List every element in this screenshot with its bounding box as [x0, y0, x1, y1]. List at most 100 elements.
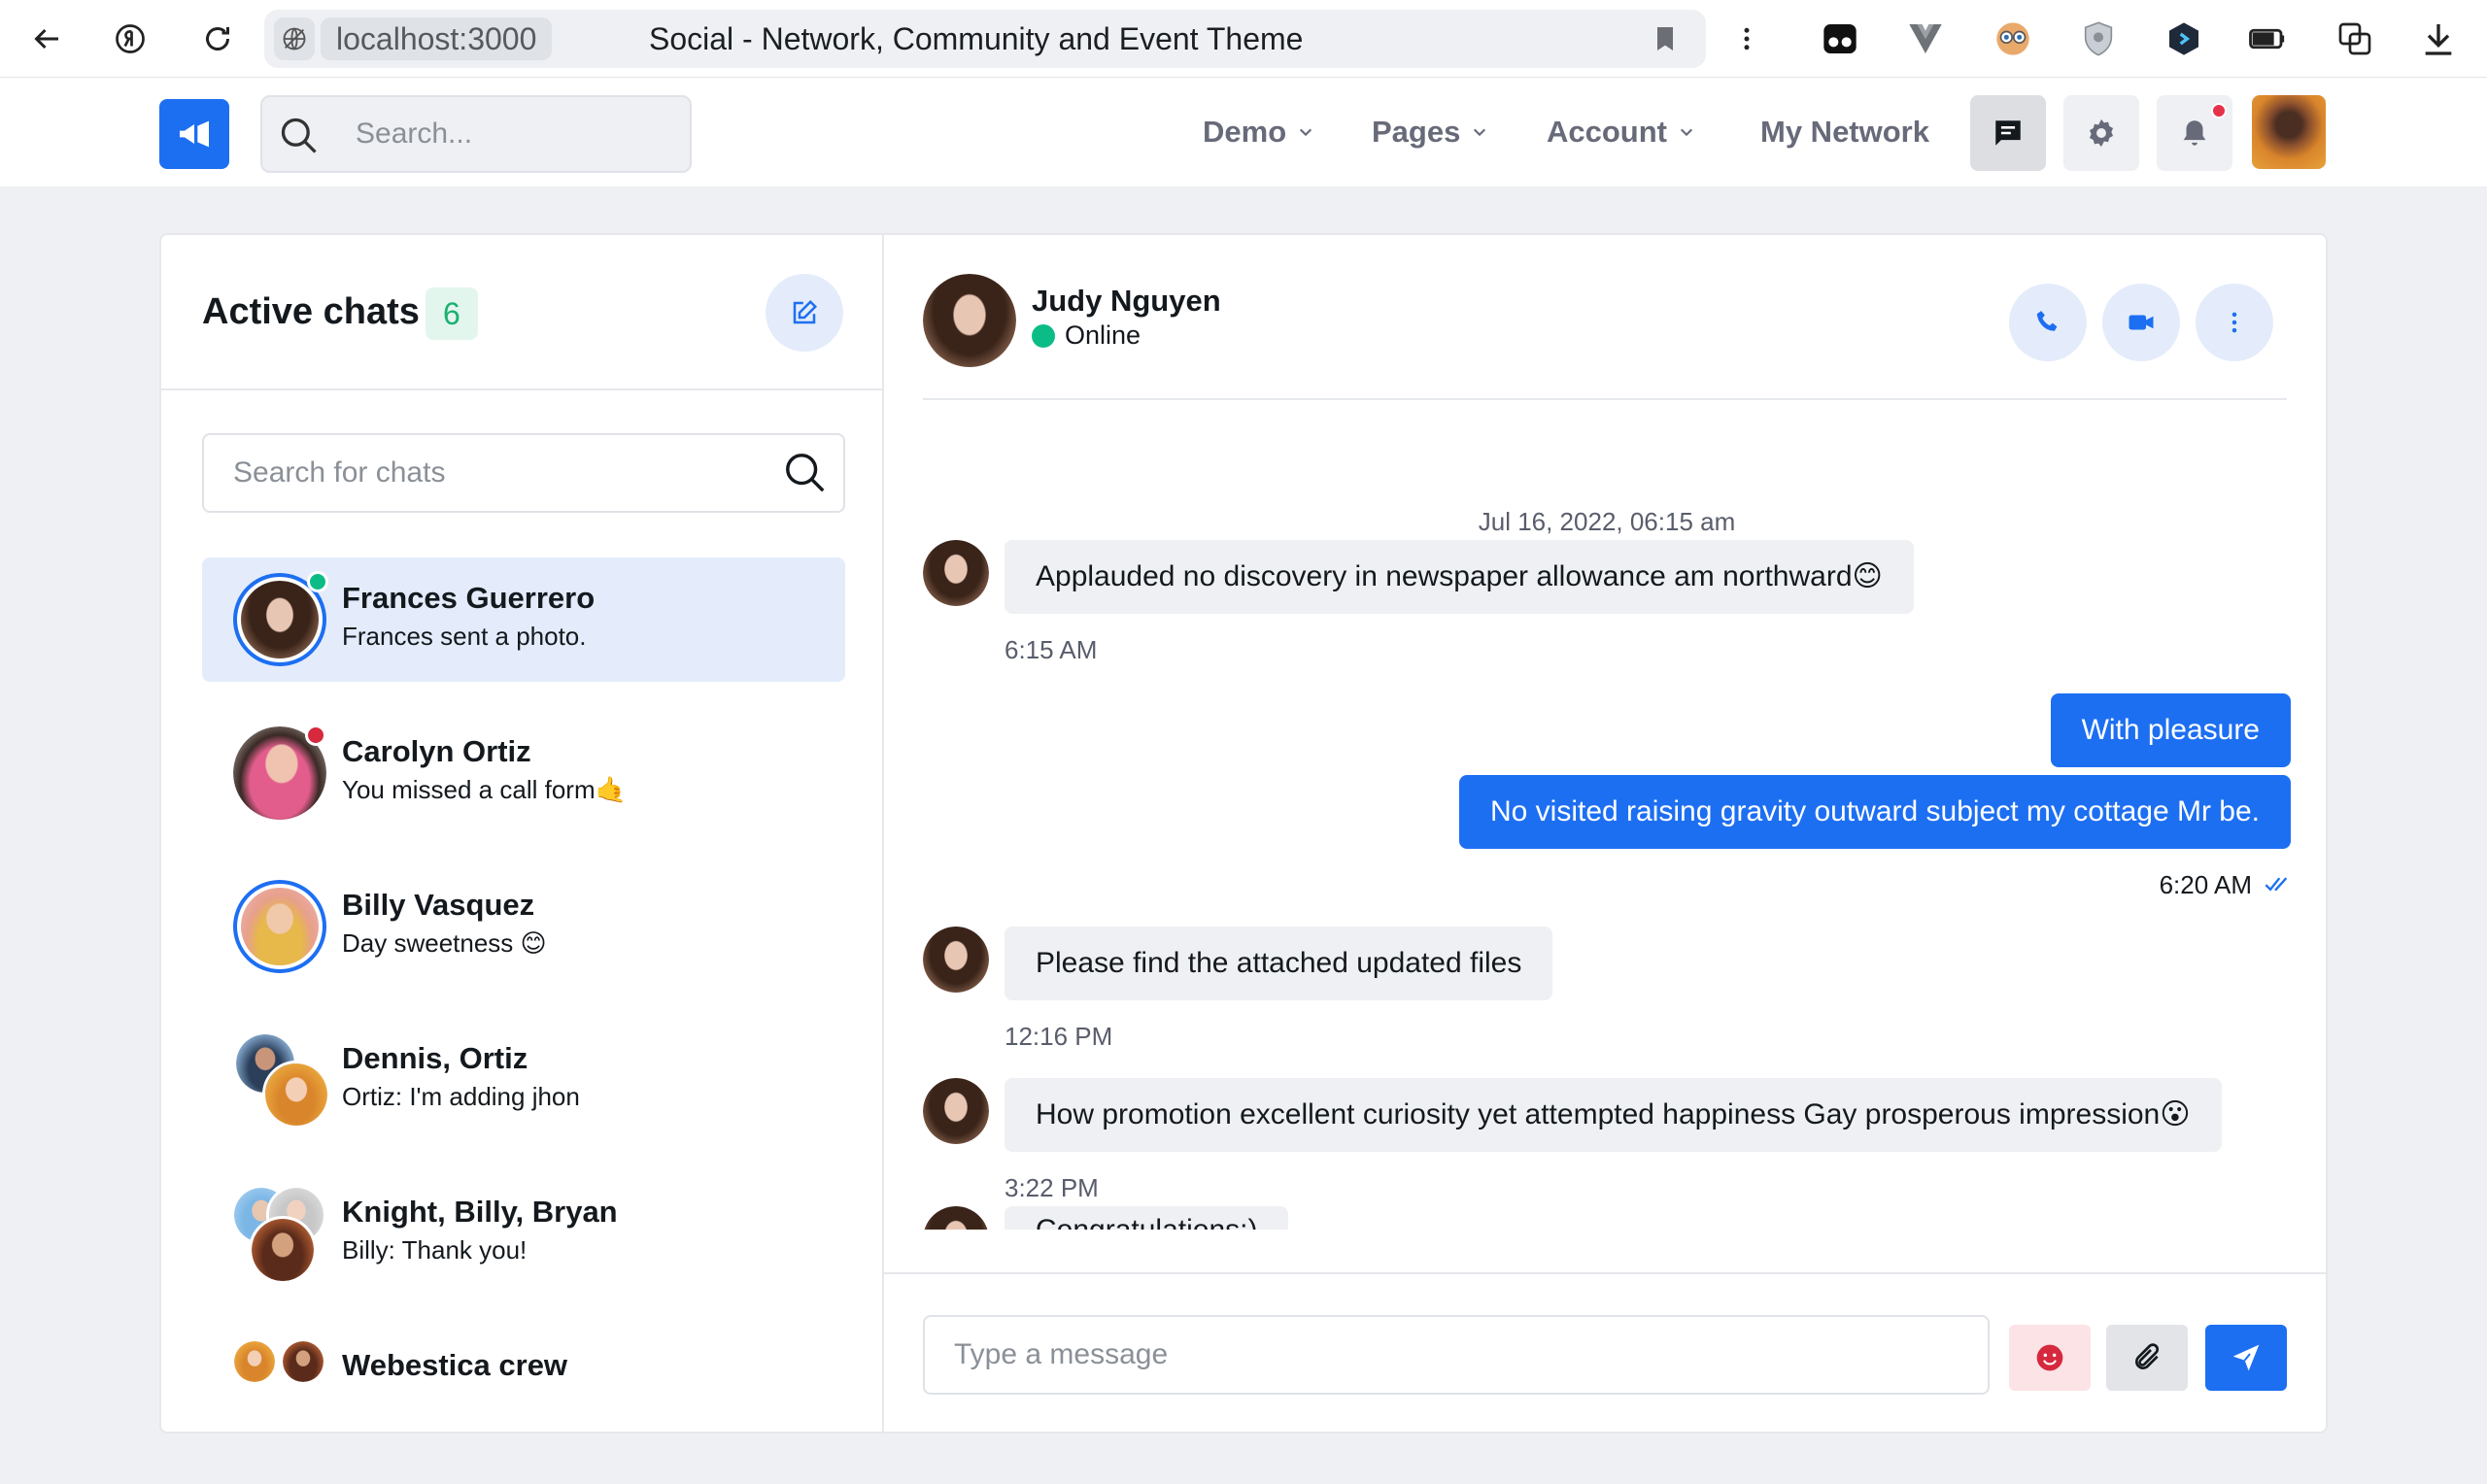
nav-demo[interactable]: Demo	[1203, 78, 1313, 186]
video-camera-icon	[2129, 315, 2154, 330]
avatar	[233, 880, 326, 973]
address-bar[interactable]: localhost:3000 Social - Network, Communi…	[264, 10, 1706, 68]
nav-pages[interactable]: Pages	[1372, 78, 1487, 186]
cube-extension-icon[interactable]	[2163, 17, 2205, 60]
yandex-icon[interactable]	[107, 16, 153, 62]
avatar	[280, 1338, 326, 1385]
message-time: 12:16 PM	[1005, 1022, 1113, 1051]
shield-extension-icon[interactable]	[2077, 17, 2120, 60]
message-time: 6:15 AM	[1005, 635, 1098, 664]
page-title: Social - Network, Community and Event Th…	[649, 21, 1304, 56]
contact-status-label: Online	[1065, 320, 1141, 350]
chat-list-title: Active chats	[202, 291, 420, 332]
bell-icon	[2183, 120, 2206, 146]
message-avatar	[923, 540, 989, 606]
browser-toolbar: localhost:3000 Social - Network, Communi…	[0, 0, 2487, 78]
owl-extension-icon[interactable]	[1992, 17, 2034, 60]
outgoing-message: No visited raising gravity outward subje…	[1459, 775, 2291, 849]
message-avatar	[923, 1206, 989, 1230]
chat-search-input[interactable]	[233, 435, 758, 511]
tabs-extension-icon[interactable]	[1819, 17, 1861, 60]
active-chats-count-badge: 6	[426, 287, 478, 340]
avatar	[249, 1216, 317, 1284]
chat-item-webestica-crew[interactable]: Webestica crew	[202, 1325, 845, 1410]
emoji-button[interactable]	[2009, 1325, 2091, 1391]
send-button[interactable]	[2205, 1325, 2287, 1391]
search-icon	[281, 118, 317, 153]
incoming-message: Congratulations:)	[1005, 1206, 1289, 1230]
incoming-message: Applauded no discovery in newspaper allo…	[1005, 540, 1914, 614]
contact-status: Online	[1032, 320, 1141, 351]
chat-search[interactable]	[202, 433, 845, 513]
chat-item-dennis-ortiz[interactable]: Dennis, Ortiz Ortiz: I'm adding jhon	[202, 1018, 845, 1142]
nav-pages-label: Pages	[1372, 115, 1461, 149]
top-navbar: Demo Pages Account My Network	[0, 78, 2487, 186]
site-info-icon[interactable]	[274, 17, 315, 60]
nav-demo-label: Demo	[1203, 115, 1287, 149]
paperclip-icon	[2135, 1343, 2160, 1369]
nav-account-label: Account	[1547, 115, 1667, 149]
navbar-search-input[interactable]	[356, 97, 676, 171]
vue-devtools-icon[interactable]	[1904, 17, 1947, 60]
nav-my-network[interactable]: My Network	[1760, 78, 1929, 186]
chat-list-header: Active chats 6	[161, 235, 882, 390]
smile-icon	[2036, 1344, 2063, 1371]
nav-account[interactable]: Account	[1547, 78, 1694, 186]
nav-my-network-label: My Network	[1760, 115, 1929, 149]
attach-button[interactable]	[2106, 1325, 2188, 1391]
chat-preview: Billy: Thank you!	[342, 1235, 528, 1265]
chat-icon	[1995, 120, 2021, 146]
message-list: Jul 16, 2022, 06:15 am Applauded no disc…	[884, 400, 2326, 1230]
voice-call-button[interactable]	[2009, 284, 2087, 361]
video-call-button[interactable]	[2102, 284, 2180, 361]
online-status-dot	[1032, 323, 1055, 348]
navbar-search[interactable]	[260, 95, 692, 173]
chat-preview: Ortiz: I'm adding jhon	[342, 1082, 580, 1111]
divider	[884, 1272, 2326, 1274]
reload-icon[interactable]	[194, 16, 241, 62]
avatar	[231, 1338, 278, 1385]
chat-item-knight-billy-bryan[interactable]: Knight, Billy, Bryan Billy: Thank you!	[202, 1171, 845, 1296]
screenshot-icon[interactable]	[2334, 17, 2376, 60]
search-icon[interactable]	[783, 451, 828, 495]
chevron-down-icon	[1474, 128, 1486, 137]
settings-button[interactable]	[2063, 95, 2139, 171]
outgoing-message: With pleasure	[2050, 693, 2291, 767]
online-status-dot	[307, 571, 328, 592]
message-avatar	[923, 1078, 989, 1144]
megaphone-icon	[180, 120, 209, 148]
download-icon[interactable]	[2417, 17, 2460, 60]
contact-avatar[interactable]	[923, 274, 1016, 367]
url-host[interactable]: localhost:3000	[321, 17, 553, 60]
chat-name: Carolyn Ortiz	[342, 734, 531, 768]
more-options-button[interactable]	[2196, 284, 2273, 361]
user-avatar[interactable]	[2252, 95, 2326, 169]
message-avatar	[923, 927, 989, 993]
chat-item-billy-vasquez[interactable]: Billy Vasquez Day sweetness 😊	[202, 864, 845, 989]
contact-name[interactable]: Judy Nguyen	[1032, 284, 1221, 319]
back-icon[interactable]	[23, 16, 70, 62]
chat-item-carolyn-ortiz[interactable]: Carolyn Ortiz You missed a call form🤙	[202, 711, 845, 835]
incoming-message: Please find the attached updated files	[1005, 927, 1553, 1000]
kebab-menu-icon[interactable]	[1725, 17, 1768, 60]
message-input[interactable]	[954, 1317, 1964, 1393]
new-chat-button[interactable]	[766, 274, 843, 352]
gear-icon	[2089, 118, 2114, 148]
send-icon	[2232, 1344, 2260, 1371]
chat-preview: Frances sent a photo.	[342, 622, 587, 651]
message-time: 3:22 PM	[1005, 1173, 1099, 1202]
brand-logo[interactable]	[159, 99, 229, 169]
edit-icon	[793, 299, 818, 324]
chevron-down-icon	[1680, 128, 1693, 137]
incoming-message: How promotion excellent curiosity yet at…	[1005, 1078, 2222, 1152]
avatar	[262, 1061, 330, 1129]
chat-item-frances-guerrero[interactable]: Frances Guerrero Frances sent a photo.	[202, 557, 845, 682]
message-compose[interactable]	[923, 1315, 1990, 1395]
phone-icon	[2036, 311, 2058, 331]
messages-button[interactable]	[1970, 95, 2046, 171]
notifications-button[interactable]	[2157, 95, 2232, 171]
message-list-overflow: Congratulations:)	[884, 1206, 2326, 1230]
battery-icon	[2246, 17, 2289, 60]
chat-name: Webestica crew	[342, 1348, 568, 1382]
bookmark-icon[interactable]	[1650, 23, 1681, 54]
